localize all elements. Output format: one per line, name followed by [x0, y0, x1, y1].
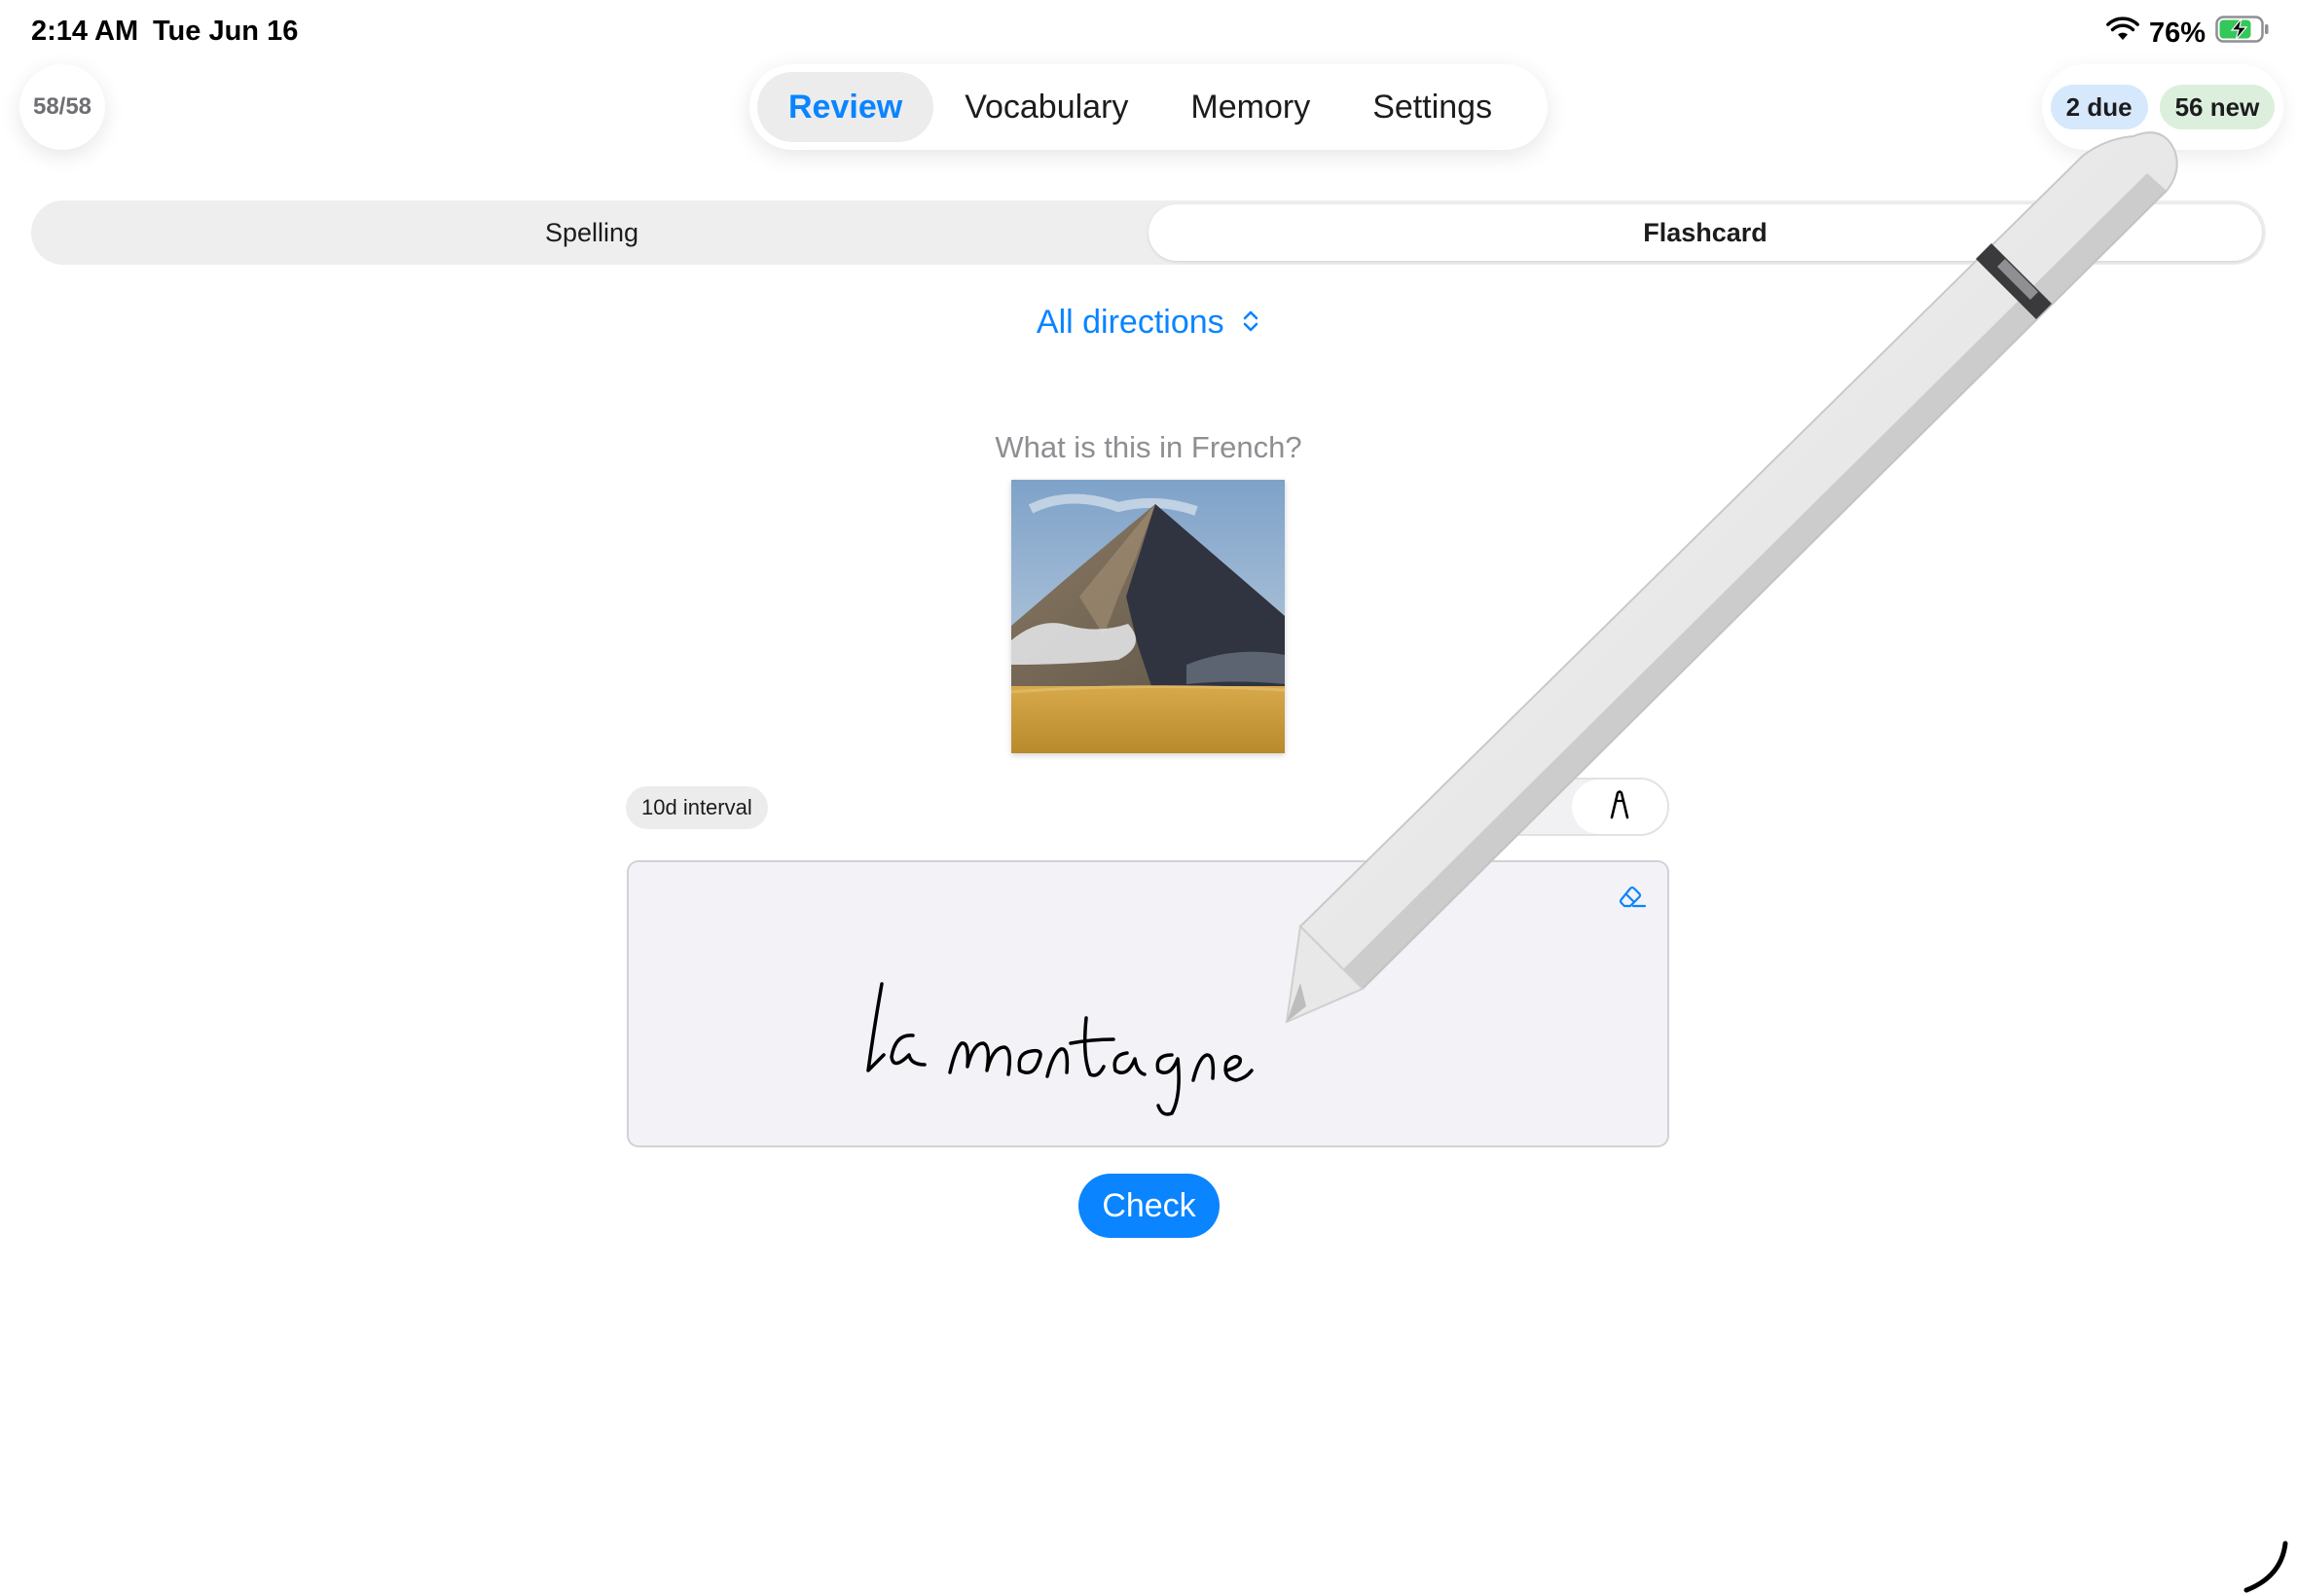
- chevron-up-down-icon: [1241, 306, 1260, 344]
- interval-chip: 10d interval: [626, 786, 768, 829]
- card-prompt: What is this in French?: [995, 430, 1302, 464]
- input-mode-toggle: [1475, 778, 1669, 836]
- status-date: Tue Jun 16: [153, 16, 299, 47]
- status-indicators: 76%: [2106, 16, 2270, 51]
- battery-percentage: 76%: [2148, 17, 2206, 49]
- tab-settings[interactable]: Settings: [1341, 72, 1523, 142]
- pencil-tip-icon: [1607, 789, 1632, 825]
- handwriting-ink: [866, 982, 1254, 1116]
- wifi-icon: [2106, 17, 2139, 50]
- segment-spelling[interactable]: Spelling: [35, 204, 1148, 261]
- mode-segmented-control: Spelling Flashcard: [31, 200, 2266, 265]
- handwriting-canvas[interactable]: [627, 860, 1669, 1147]
- direction-label: All directions: [1036, 304, 1224, 341]
- review-counts: 2 due 56 new: [2042, 64, 2283, 150]
- handwriting-mode-option[interactable]: [1572, 780, 1667, 834]
- tab-memory[interactable]: Memory: [1159, 72, 1341, 142]
- mountain-photo: [1011, 480, 1285, 753]
- app-screen: 2:14 AM Tue Jun 16 76% 58/58 Review Voca…: [0, 0, 2297, 1596]
- eraser-icon[interactable]: [1611, 876, 1654, 919]
- due-badge[interactable]: 2 due: [2050, 85, 2148, 129]
- direction-picker[interactable]: All directions: [0, 304, 2297, 344]
- keyboard-mode-option[interactable]: [1477, 780, 1572, 834]
- segment-flashcard[interactable]: Flashcard: [1148, 204, 2262, 261]
- tab-vocabulary[interactable]: Vocabulary: [933, 72, 1159, 142]
- status-time: 2:14 AM: [31, 16, 139, 47]
- tab-review[interactable]: Review: [757, 72, 934, 142]
- progress-counter[interactable]: 58/58: [19, 64, 105, 150]
- corner-gesture-indicator: [2243, 1541, 2288, 1593]
- battery-charging-icon: [2215, 16, 2270, 51]
- main-tab-bar: Review Vocabulary Memory Settings: [749, 64, 1548, 150]
- check-button[interactable]: Check: [1078, 1174, 1220, 1238]
- new-badge[interactable]: 56 new: [2159, 85, 2276, 129]
